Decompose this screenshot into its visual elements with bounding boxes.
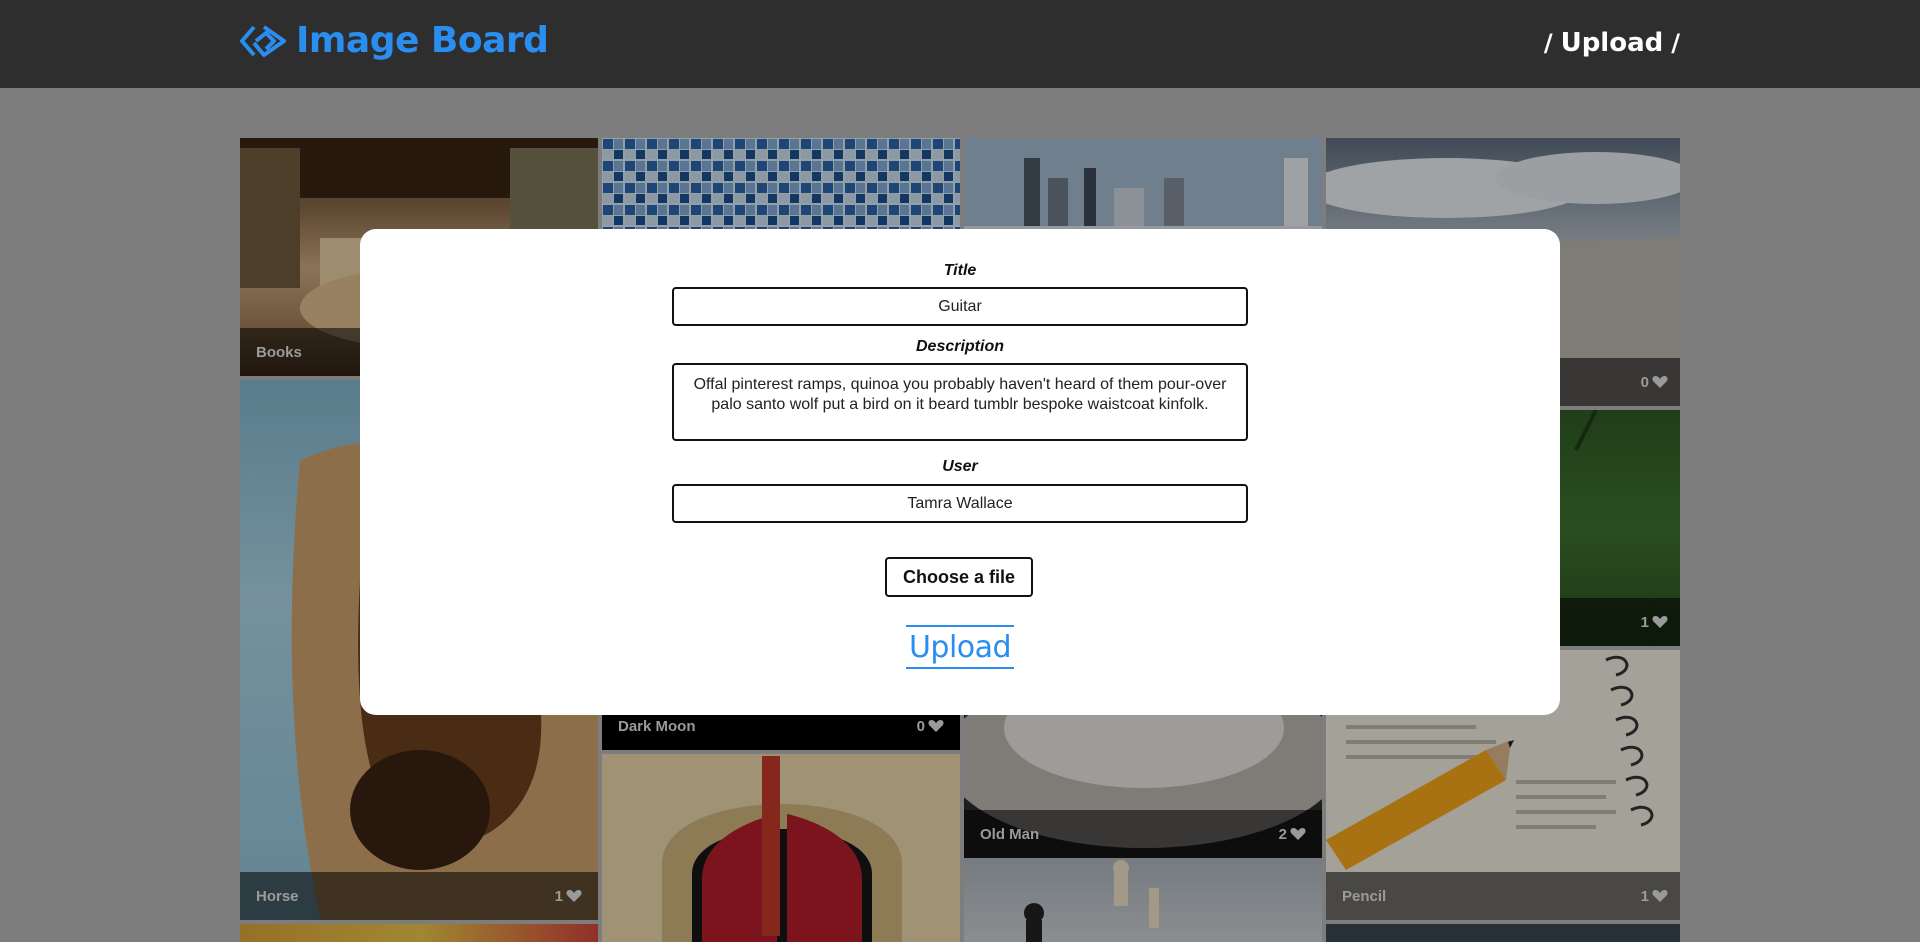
upload-modal: Title Description User Choose a file Upl… (360, 229, 1560, 715)
site-logo[interactable]: Image Board (240, 20, 549, 61)
site-title: Image Board (296, 20, 549, 61)
slash-decoration: / (1671, 29, 1680, 57)
user-label: User (942, 458, 978, 475)
slash-decoration: / (1543, 29, 1553, 57)
user-input[interactable] (672, 484, 1248, 523)
description-label: Description (915, 338, 1004, 355)
description-input[interactable] (672, 363, 1248, 441)
upload-submit-button[interactable]: Upload (906, 625, 1014, 669)
header-upload-link[interactable]: / Upload / (1544, 28, 1680, 58)
choose-file-button[interactable]: Choose a file (885, 557, 1033, 597)
title-input[interactable] (672, 287, 1248, 326)
title-label: Title (943, 262, 977, 279)
header-upload-label: Upload (1560, 28, 1664, 58)
top-header: Image Board / Upload / (0, 0, 1920, 88)
diamond-arrows-icon (240, 24, 286, 57)
